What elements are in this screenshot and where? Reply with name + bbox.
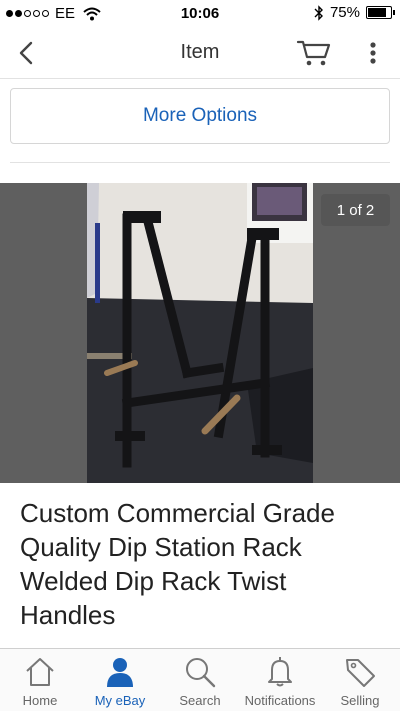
- tab-notifications[interactable]: Notifications: [240, 649, 320, 711]
- tab-notifications-label: Notifications: [244, 693, 316, 708]
- bell-icon: [268, 657, 292, 687]
- item-image-gallery[interactable]: [0, 183, 400, 483]
- cart-icon[interactable]: [296, 36, 332, 68]
- image-counter: 1 of 2: [321, 194, 390, 226]
- tab-bar: Home My eBay Search Notifications Sellin…: [0, 648, 400, 711]
- tab-selling[interactable]: Selling: [320, 649, 400, 711]
- battery-level: [368, 8, 386, 17]
- tab-my-ebay[interactable]: My eBay: [80, 649, 160, 711]
- tab-search-label: Search: [179, 693, 221, 708]
- status-bar: EE 10:06 75%: [0, 0, 400, 28]
- tab-home[interactable]: Home: [0, 649, 80, 711]
- home-icon: [26, 658, 54, 686]
- user-icon: [107, 658, 133, 687]
- tab-my-ebay-label: My eBay: [94, 693, 146, 708]
- tag-icon: [346, 659, 375, 687]
- status-right: 75%: [314, 4, 395, 21]
- battery-icon: [366, 6, 395, 19]
- battery-percent: 75%: [329, 4, 360, 21]
- tab-selling-label: Selling: [340, 693, 380, 708]
- item-photo[interactable]: [87, 183, 313, 483]
- divider: [10, 162, 390, 163]
- tab-search[interactable]: Search: [160, 649, 240, 711]
- search-icon: [186, 658, 216, 688]
- more-vertical-icon[interactable]: [363, 40, 383, 68]
- bluetooth-icon: [314, 4, 323, 21]
- nav-bar: Item: [0, 28, 400, 79]
- page-title: Item: [180, 41, 220, 63]
- more-options-button[interactable]: More Options: [10, 88, 390, 144]
- item-title: Custom Commercial Grade Quality Dip Stat…: [20, 498, 335, 630]
- tab-home-label: Home: [22, 693, 58, 708]
